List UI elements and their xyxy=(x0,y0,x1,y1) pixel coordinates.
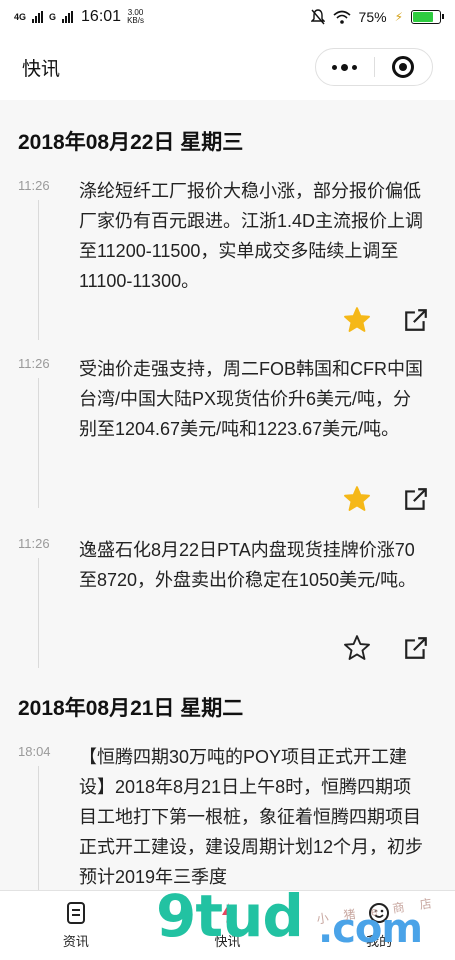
timeline-line xyxy=(38,200,39,340)
status-bar: 4G G 16:01 3.00 KB/s 75% ⚡ xyxy=(0,0,455,34)
star-icon[interactable] xyxy=(343,306,371,334)
entry-text[interactable]: 涤纶短纤工厂报价大稳小涨，部分报价偏低厂家仍有百元跟进。江浙1.4D主流报价上调… xyxy=(79,176,429,296)
entry-text[interactable]: 受油价走强支持，周二FOB韩国和CFR中国台湾/中国大陆PX现货估价升6美元/吨… xyxy=(79,354,429,444)
tab-label: 快讯 xyxy=(214,934,241,949)
date-heading: 2018年08月21日 星期二 xyxy=(18,697,244,720)
tab-flash[interactable]: 快讯 xyxy=(152,891,304,960)
entry-time: 11:26 xyxy=(18,178,50,193)
smile-icon xyxy=(369,903,390,923)
network-speed: 3.00 KB/s xyxy=(127,9,144,25)
more-dots-icon xyxy=(332,63,358,71)
network-label: 4G xyxy=(14,11,27,22)
target-circle-icon xyxy=(392,56,415,78)
battery-fill xyxy=(413,12,433,22)
entry-text[interactable]: 逸盛石化8月22日PTA内盘现货挂牌价涨70至8720，外盘卖出价稳定在1050… xyxy=(79,535,429,595)
tab-label: 资讯 xyxy=(62,934,89,949)
tab-label: 我的 xyxy=(366,934,393,949)
entry-text[interactable]: 【恒腾四期30万吨的POY项目正式开工建设】2018年8月21日上午8时，恒腾四… xyxy=(79,742,429,890)
status-left: 4G G 16:01 3.00 KB/s xyxy=(14,8,144,26)
bottom-tab-bar: 资讯 快讯 我的 xyxy=(0,890,455,960)
news-feed[interactable]: 2018年08月22日 星期三 11:26 涤纶短纤工厂报价大稳小涨，部分报价偏… xyxy=(0,100,455,890)
battery-percent: 75% xyxy=(358,9,387,25)
date-heading: 2018年08月22日 星期三 xyxy=(18,131,244,154)
timeline-line xyxy=(38,378,39,508)
close-button[interactable] xyxy=(375,49,433,85)
more-button[interactable] xyxy=(316,49,374,85)
share-icon[interactable] xyxy=(403,486,429,512)
signal-icon xyxy=(32,11,44,23)
status-right: 75% ⚡ xyxy=(310,9,444,25)
page-title: 快讯 xyxy=(22,58,61,80)
entry-time: 11:26 xyxy=(18,356,50,371)
wifi-icon xyxy=(333,10,351,24)
battery-icon xyxy=(411,10,444,24)
clock: 16:01 xyxy=(81,8,122,25)
entry-time: 11:26 xyxy=(18,536,50,551)
entry-time: 18:04 xyxy=(18,744,51,759)
speed-unit: KB/s xyxy=(127,16,144,25)
network2-label: G xyxy=(49,11,57,22)
document-icon xyxy=(66,902,85,924)
flash-icon xyxy=(221,903,234,923)
mini-program-capsule xyxy=(315,48,433,86)
tab-mine[interactable]: 我的 xyxy=(303,891,455,960)
timeline-line xyxy=(38,558,39,668)
timeline-line xyxy=(38,766,39,890)
app-bar: 快讯 xyxy=(0,34,455,100)
share-icon[interactable] xyxy=(403,307,429,333)
star-icon[interactable] xyxy=(343,634,371,662)
share-icon[interactable] xyxy=(403,635,429,661)
tab-news[interactable]: 资讯 xyxy=(0,891,152,960)
star-icon[interactable] xyxy=(343,485,371,513)
signal2-icon xyxy=(62,11,74,23)
charging-icon: ⚡ xyxy=(394,10,403,24)
mute-icon xyxy=(310,9,325,25)
